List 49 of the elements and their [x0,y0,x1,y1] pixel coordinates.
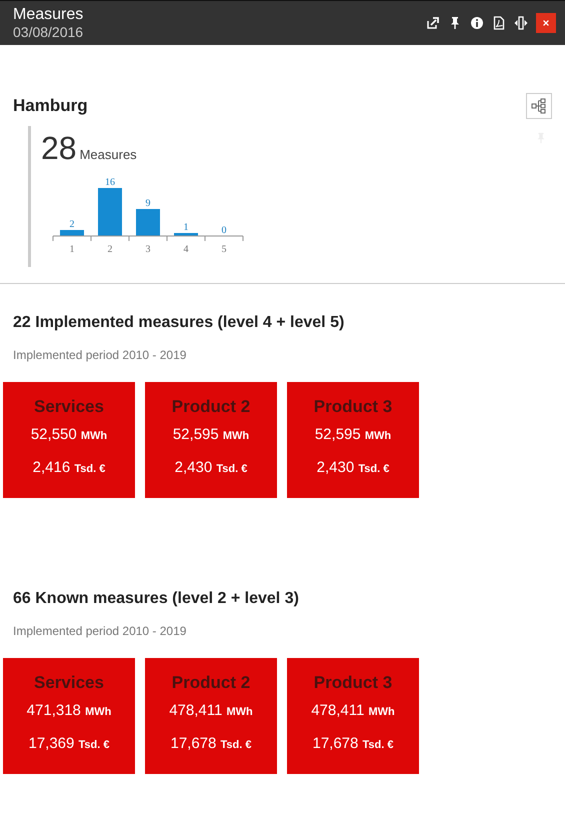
energy-value: 52,595 MWh [172,425,250,445]
energy-value: 471,318 MWh [26,701,112,721]
product-name: Product 3 [314,397,392,417]
x-axis-label: 1 [70,244,74,253]
x-axis-label: 4 [184,244,188,253]
info-icon[interactable] [470,16,484,30]
section-title: 22 Implemented measures (level 4 + level 5) [12,314,346,332]
chart-bar [174,233,198,236]
product-name: Product 3 [314,673,392,693]
total-label: Measures [80,147,137,162]
product-name: Product 2 [172,397,250,417]
energy-value: 52,550 MWh [30,425,108,445]
product-name: Product 2 [172,673,250,693]
chart-bar [98,188,122,236]
chart-bar [136,209,160,236]
product-name: Services [34,673,104,693]
bar-value-label: 0 [222,225,226,236]
bar-value-label: 16 [105,177,115,188]
bar-value-label: 2 [70,219,74,230]
period-label: Implemented period 2010 - 2019 [12,348,188,362]
cost-value: 17,678 Tsd. € [170,734,252,754]
cost-value: 17,678 Tsd. € [312,734,394,754]
cost-value: 2,416 Tsd. € [32,458,106,478]
period-label: Implemented period 2010 - 2019 [12,624,188,638]
close-icon [542,19,550,27]
energy-value: 52,595 MWh [314,425,392,445]
window-title: Measures [13,6,84,24]
window-date: 03/08/2016 [13,24,84,40]
region-title: Hamburg [13,96,88,116]
hierarchy-button[interactable] [526,93,552,119]
x-axis-label: 5 [222,244,226,253]
chart-bar [60,230,84,236]
x-axis-label: 3 [146,244,150,253]
share-icon[interactable] [426,16,440,30]
cost-value: 2,430 Tsd. € [174,458,248,478]
energy-value: 478,411 MWh [311,701,395,721]
bar-value-label: 9 [146,198,150,209]
total-count: 28 [41,130,77,167]
product-name: Services [34,397,104,417]
cost-value: 2,430 Tsd. € [316,458,390,478]
section-title: 66 Known measures (level 2 + level 3) [12,590,300,608]
cost-value: 17,369 Tsd. € [28,734,110,754]
x-axis-label: 2 [108,244,112,253]
energy-value: 478,411 MWh [169,701,253,721]
close-button[interactable] [536,13,556,33]
bar-value-label: 1 [184,222,188,233]
hierarchy-icon [531,98,547,114]
pdf-icon[interactable] [492,16,506,30]
resize-icon[interactable] [514,16,528,30]
